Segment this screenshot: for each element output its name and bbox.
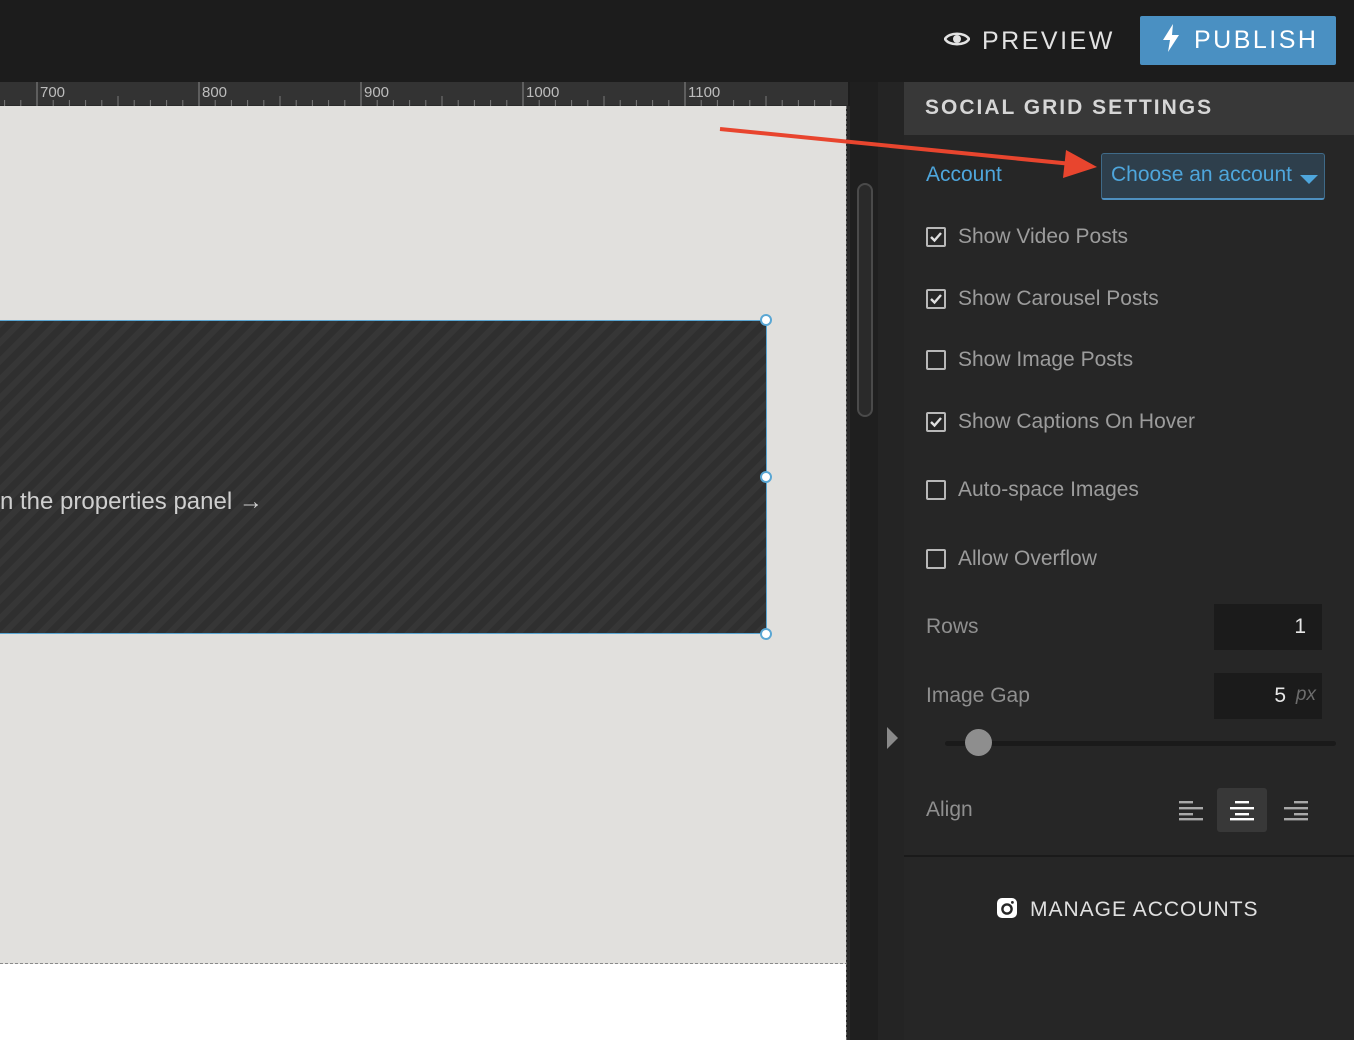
align-left-button[interactable] bbox=[1166, 788, 1216, 832]
checkbox-label: Show Carousel Posts bbox=[958, 287, 1159, 310]
checkbox-row[interactable]: Auto-space Images bbox=[926, 475, 1139, 505]
checkmark-icon bbox=[930, 232, 942, 243]
settings-panel: SOCIAL GRID SETTINGS Account Choose an a… bbox=[904, 82, 1354, 1040]
checkbox-label: Auto-space Images bbox=[958, 478, 1139, 501]
checkbox[interactable] bbox=[926, 549, 946, 569]
top-bar: PREVIEW PUBLISH bbox=[0, 0, 1354, 82]
checkmark-icon bbox=[930, 417, 942, 428]
checkbox-row[interactable]: Show Captions On Hover bbox=[926, 407, 1195, 437]
checkbox[interactable] bbox=[926, 412, 946, 432]
widget-placeholder-text: n the properties panel → bbox=[0, 488, 263, 515]
checkbox-row[interactable]: Show Carousel Posts bbox=[926, 284, 1159, 314]
resize-handle-bottom-right[interactable] bbox=[760, 628, 772, 640]
preview-button[interactable]: PREVIEW bbox=[936, 18, 1116, 64]
instagram-icon bbox=[996, 897, 1018, 924]
checkbox[interactable] bbox=[926, 350, 946, 370]
image-gap-value: 5 bbox=[1274, 684, 1286, 707]
account-dropdown-value: Choose an account bbox=[1111, 163, 1292, 186]
ruler-tick-label: 1000 bbox=[526, 84, 559, 101]
panel-header: SOCIAL GRID SETTINGS bbox=[904, 82, 1354, 135]
vertical-scrollbar[interactable] bbox=[857, 183, 873, 417]
ruler-tick-label: 900 bbox=[364, 84, 389, 101]
checkbox[interactable] bbox=[926, 289, 946, 309]
eye-icon bbox=[943, 30, 971, 53]
align-center-icon bbox=[1230, 801, 1254, 821]
account-dropdown[interactable]: Choose an account bbox=[1101, 153, 1325, 200]
checkmark-icon bbox=[930, 294, 942, 305]
rows-label: Rows bbox=[926, 615, 979, 638]
checkbox-row[interactable]: Allow Overflow bbox=[926, 544, 1097, 574]
checkbox-label: Show Image Posts bbox=[958, 348, 1134, 371]
preview-label: PREVIEW bbox=[982, 26, 1115, 55]
social-grid-widget[interactable] bbox=[0, 320, 767, 634]
rows-input[interactable] bbox=[1214, 604, 1322, 650]
checkbox-row[interactable]: Show Image Posts bbox=[926, 345, 1133, 375]
resize-handle-top-right[interactable] bbox=[760, 314, 772, 326]
ruler-tick-label: 700 bbox=[40, 84, 65, 101]
resize-handle-middle-right[interactable] bbox=[760, 471, 772, 483]
align-left-icon bbox=[1179, 801, 1203, 821]
checkbox[interactable] bbox=[926, 227, 946, 247]
checkbox-label: Show Video Posts bbox=[958, 225, 1129, 248]
align-right-icon bbox=[1284, 801, 1308, 821]
image-gap-slider[interactable] bbox=[945, 741, 1336, 746]
panel-toggle[interactable] bbox=[878, 82, 904, 1040]
align-label: Align bbox=[926, 798, 973, 821]
checkbox[interactable] bbox=[926, 480, 946, 500]
horizontal-ruler: 700 800 900 1000 1100 bbox=[0, 82, 848, 106]
checkbox-label: Show Captions On Hover bbox=[958, 410, 1195, 433]
checkbox-row[interactable]: Show Video Posts bbox=[926, 222, 1128, 252]
checkbox-label: Allow Overflow bbox=[958, 547, 1097, 570]
lightning-icon bbox=[1162, 24, 1180, 57]
align-right-button[interactable] bbox=[1271, 788, 1321, 832]
account-label: Account bbox=[926, 163, 1002, 186]
manage-accounts-label: MANAGE ACCOUNTS bbox=[1030, 898, 1259, 921]
image-gap-unit: px bbox=[1295, 684, 1316, 705]
chevron-down-icon bbox=[1300, 175, 1318, 184]
publish-label: PUBLISH bbox=[1194, 26, 1319, 54]
publish-button[interactable]: PUBLISH bbox=[1140, 16, 1336, 65]
panel-title: SOCIAL GRID SETTINGS bbox=[925, 96, 1214, 119]
manage-accounts-button[interactable]: MANAGE ACCOUNTS bbox=[996, 895, 1259, 925]
image-gap-input[interactable]: 5 px bbox=[1214, 673, 1322, 719]
image-gap-slider-thumb[interactable] bbox=[965, 729, 993, 756]
panel-divider bbox=[904, 855, 1354, 857]
collapse-arrow-icon[interactable] bbox=[887, 727, 898, 749]
ruler-ticks: 700 800 900 1000 1100 bbox=[4, 82, 832, 106]
ruler-tick-label: 800 bbox=[202, 84, 227, 101]
image-gap-label: Image Gap bbox=[926, 684, 1030, 707]
ruler-tick-label: 1100 bbox=[688, 84, 720, 101]
canvas[interactable]: n the properties panel → bbox=[0, 106, 848, 1040]
align-center-button[interactable] bbox=[1217, 788, 1267, 832]
